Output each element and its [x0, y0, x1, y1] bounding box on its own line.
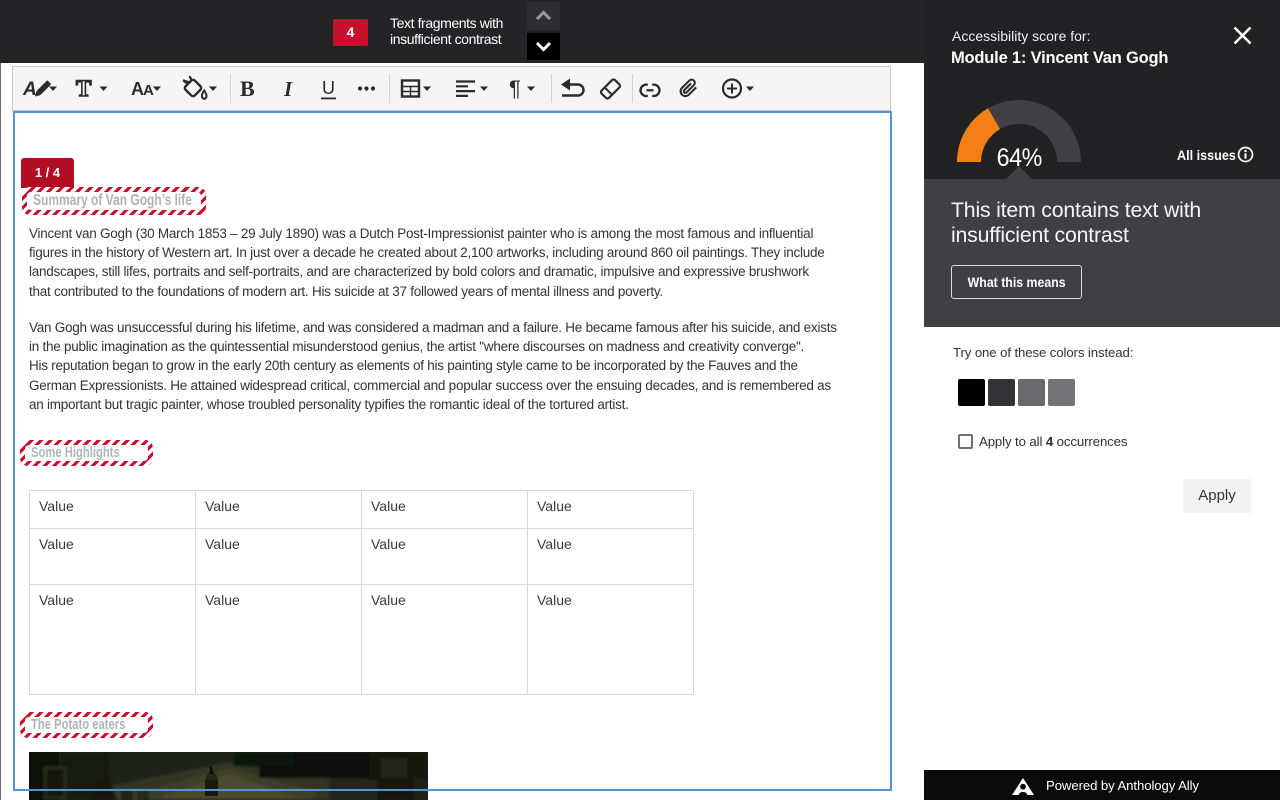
svg-text:A: A — [22, 79, 37, 100]
svg-text:U: U — [322, 78, 335, 98]
svg-text:I: I — [283, 77, 293, 101]
svg-text:¶: ¶ — [509, 76, 521, 101]
svg-text:B: B — [240, 76, 255, 101]
svg-text:A: A — [143, 82, 154, 99]
svg-text:T: T — [76, 76, 91, 101]
